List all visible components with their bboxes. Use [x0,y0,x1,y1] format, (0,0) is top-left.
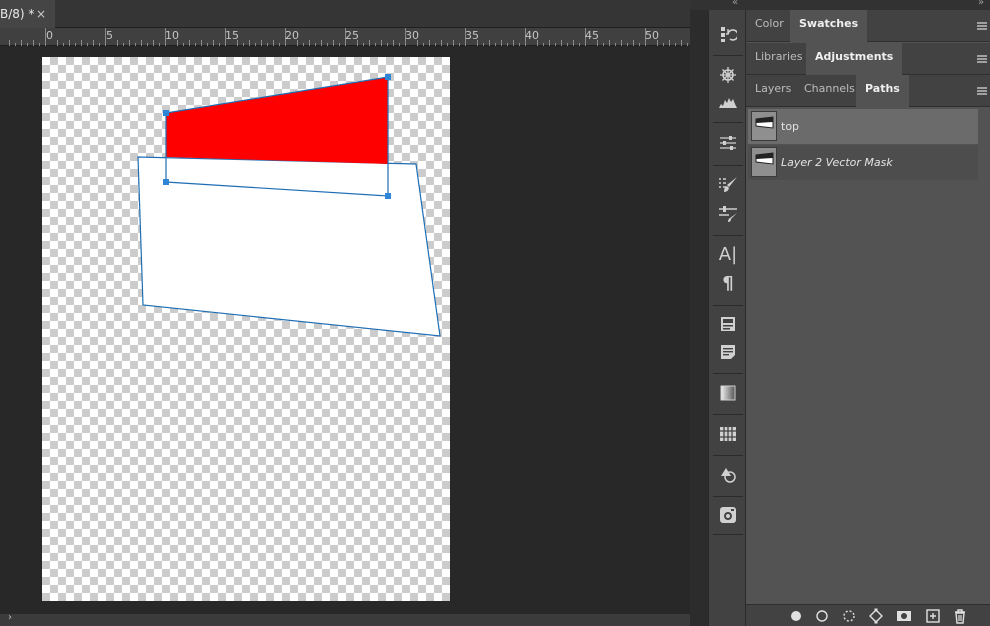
clone-source-icon[interactable] [717,464,739,486]
tab-swatches[interactable]: Swatches [790,10,868,42]
libraries-adjustments-tabs: Libraries Adjustments [746,43,990,75]
path-row-layer2-vector-mask[interactable]: Layer 2 Vector Mask [748,145,978,180]
tab-layers[interactable]: Layers [746,75,800,107]
navigator-icon[interactable] [717,64,739,86]
gradient-icon[interactable] [717,382,739,404]
new-path-icon[interactable] [925,608,941,624]
path-thumbnail [751,147,777,177]
notes-icon[interactable] [717,341,739,363]
paragraph-icon[interactable]: ¶ [717,272,739,294]
white-shape[interactable] [137,156,441,337]
character-icon[interactable]: A| [717,243,739,265]
tab-paths[interactable]: Paths [856,75,909,107]
make-work-path-icon[interactable] [868,608,884,624]
dock-gutter [690,10,708,626]
panels-dock: Color Swatches Libraries Adjustments Lay… [746,10,990,626]
strip-separator [713,305,743,306]
properties-icon[interactable] [717,313,739,335]
ruler-label: 45 [585,29,599,42]
red-shape[interactable] [166,77,388,164]
ruler-label: 50 [645,29,659,42]
strip-separator [713,122,743,123]
paths-panel-footer [746,604,990,626]
fill-path-icon[interactable] [788,608,804,624]
timeline-icon[interactable] [717,423,739,445]
brush-presets-icon[interactable] [717,174,739,196]
load-selection-icon[interactable] [841,608,857,624]
expand-dock-icon[interactable]: » [978,0,984,8]
photoshop-window: B/8) * × 0 5 10 15 20 25 30 35 40 45 50 [0,0,990,626]
tab-adjustments[interactable]: Adjustments [806,43,903,75]
anchor-point[interactable] [385,74,391,80]
strip-separator [713,414,743,415]
ruler-label: 40 [525,29,539,42]
path-name: top [781,120,800,133]
strip-separator [713,534,743,535]
delete-path-icon[interactable] [952,608,968,624]
anchor-point[interactable] [163,110,169,116]
anchor-point[interactable] [163,179,169,185]
path-row-top[interactable]: top [748,109,978,144]
strip-separator [713,165,743,166]
tab-color[interactable]: Color [746,10,793,42]
histogram-icon[interactable] [717,91,739,113]
collapse-dock-icon[interactable]: « [732,0,738,8]
color-swatches-tabs: Color Swatches [746,10,990,42]
strip-separator [713,496,743,497]
vector-shapes [137,74,441,337]
anchor-point[interactable] [385,193,391,199]
adjustments-icon[interactable] [717,132,739,154]
status-bar: › [0,612,690,626]
camera-icon[interactable] [717,504,739,526]
strip-separator [713,455,743,456]
add-mask-icon[interactable] [896,608,912,624]
panel-icon-strip: A| ¶ [708,10,746,626]
stroke-path-icon[interactable] [814,608,830,624]
tab-libraries[interactable]: Libraries [746,43,812,75]
panel-menu-icon[interactable] [977,22,987,30]
panel-menu-icon[interactable] [977,87,987,95]
path-name: Layer 2 Vector Mask [781,156,893,169]
strip-separator [713,55,743,56]
tab-channels[interactable]: Channels [795,75,864,107]
layers-channels-paths-tabs: Layers Channels Paths [746,75,990,107]
strip-separator [713,235,743,236]
path-thumbnail [751,111,777,141]
chevron-right-icon[interactable]: › [8,612,12,623]
ruler-label: 35 [465,29,479,42]
strip-separator [713,373,743,374]
panel-menu-icon[interactable] [977,55,987,63]
history-icon[interactable] [717,23,739,45]
brush-settings-icon[interactable] [717,203,739,225]
